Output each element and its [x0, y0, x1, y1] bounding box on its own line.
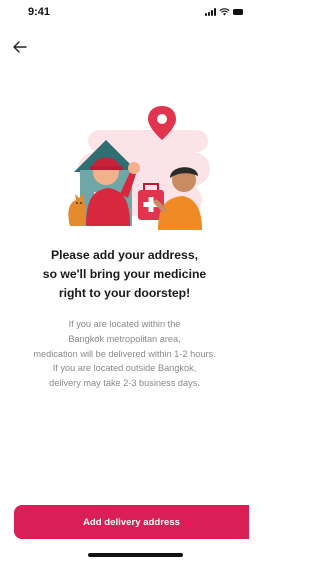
headline-line: Please add your address,	[51, 248, 198, 262]
info-outside-bangkok: If you are located outside Bangkok, deli…	[0, 361, 249, 391]
info-bangkok: If you are located within the Bangkok me…	[0, 317, 249, 362]
headline: Please add your address, so we'll bring …	[0, 246, 249, 303]
back-button[interactable]	[10, 38, 30, 56]
info-line: delivery may take 2-3 business days.	[49, 378, 200, 388]
battery-icon	[233, 9, 243, 15]
info-line: If you are located outside Bangkok,	[52, 363, 197, 373]
status-bar: 9:41	[0, 0, 249, 24]
back-arrow-icon	[13, 41, 27, 53]
delivery-illustration	[68, 106, 210, 230]
status-icons	[205, 8, 243, 16]
headline-line: so we'll bring your medicine	[42, 267, 207, 281]
screen: 9:41 Please add your address, so we'll b…	[0, 0, 249, 561]
info-line: If you are located within the	[68, 319, 181, 329]
wifi-icon	[219, 8, 230, 16]
status-time: 9:41	[28, 6, 51, 18]
home-indicator	[88, 553, 183, 557]
info-line: Bangkok metropolitan area,	[68, 334, 181, 344]
info-line: medication will be delivered within 1-2 …	[33, 349, 216, 359]
headline-line: right to your doorstep!	[58, 286, 191, 300]
add-delivery-address-button[interactable]: Add delivery address	[14, 505, 249, 539]
signal-icon	[205, 8, 216, 16]
